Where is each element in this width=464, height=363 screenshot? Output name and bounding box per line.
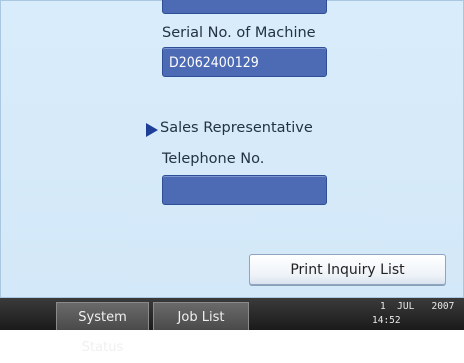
main-screen: Serial No. of Machine D2062400129 Sales …: [0, 0, 464, 298]
previous-field[interactable]: [162, 0, 327, 14]
serial-label: Serial No. of Machine: [162, 25, 316, 41]
play-arrow-icon: [146, 123, 158, 137]
job-list-button[interactable]: Job List: [153, 302, 249, 330]
system-status-button[interactable]: System Status: [56, 302, 149, 355]
telephone-label: Telephone No.: [162, 151, 265, 167]
taskbar: System Status Job List 1 JUL 2007 14:52: [0, 298, 464, 355]
sales-representative-heading: Sales Representative: [160, 120, 313, 136]
time-display: 14:52: [372, 315, 401, 326]
telephone-field[interactable]: [162, 175, 327, 205]
serial-number-field[interactable]: D2062400129: [162, 47, 327, 77]
clock: 1 JUL 2007 14:52: [372, 298, 462, 330]
date-display: 1 JUL 2007: [380, 301, 455, 312]
print-inquiry-list-button[interactable]: Print Inquiry List: [249, 254, 446, 285]
